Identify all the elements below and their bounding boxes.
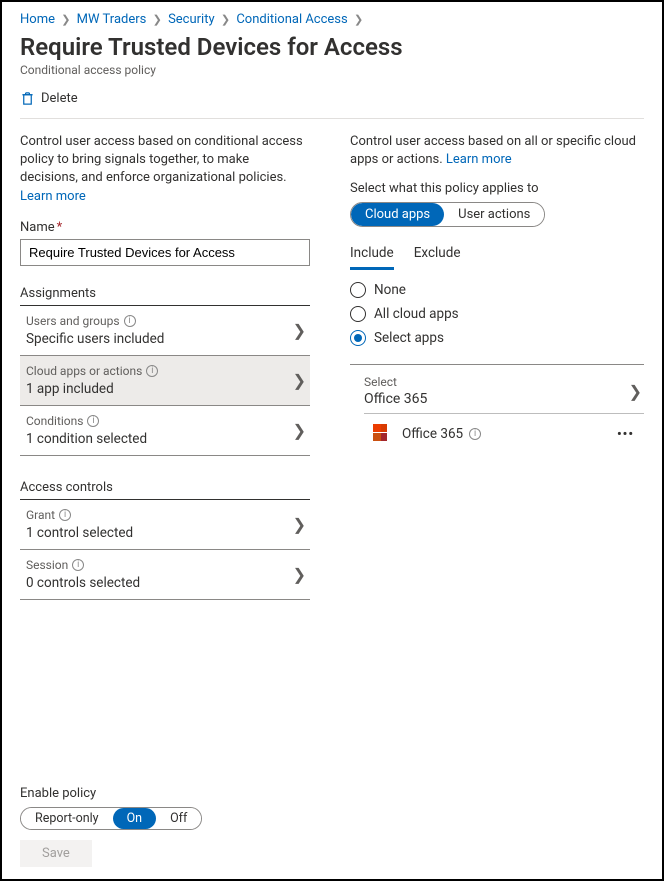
row-value: 1 control selected	[26, 525, 133, 541]
radio-select-apps[interactable]: Select apps	[350, 330, 644, 346]
applies-to-toggle: Cloud apps User actions	[350, 202, 545, 227]
app-name-label: Office 365	[402, 426, 463, 442]
chevron-right-icon: ❯	[61, 13, 70, 26]
trash-icon	[20, 91, 35, 106]
radio-icon	[350, 330, 366, 346]
toggle-off[interactable]: Off	[156, 808, 201, 829]
chevron-right-icon: ❯	[293, 515, 308, 534]
row-label: Session	[26, 558, 68, 572]
save-button[interactable]: Save	[20, 840, 92, 867]
learn-more-link[interactable]: Learn more	[20, 189, 86, 204]
tab-exclude[interactable]: Exclude	[414, 245, 461, 270]
breadcrumb: Home ❯ MW Traders ❯ Security ❯ Condition…	[20, 12, 644, 27]
radio-label: All cloud apps	[374, 306, 459, 322]
info-icon[interactable]: i	[59, 509, 71, 521]
select-label: Select	[364, 375, 427, 389]
select-apps-row[interactable]: Select Office 365 ❯	[364, 369, 644, 414]
page-subtitle: Conditional access policy	[20, 63, 644, 77]
right-intro-text: Control user access based on all or spec…	[350, 133, 644, 169]
applies-to-label: Select what this policy applies to	[350, 181, 644, 196]
info-icon[interactable]: i	[124, 315, 136, 327]
enable-policy-label: Enable policy	[20, 786, 644, 801]
breadcrumb-conditionalaccess[interactable]: Conditional Access	[236, 12, 347, 27]
enable-policy-toggle: Report-only On Off	[20, 807, 202, 830]
row-cloud-apps[interactable]: Cloud apps or actions i 1 app included ❯	[20, 356, 310, 406]
learn-more-link[interactable]: Learn more	[446, 152, 512, 167]
app-entry-office365: Office 365 i •••	[364, 414, 644, 454]
pill-cloud-apps[interactable]: Cloud apps	[351, 203, 444, 226]
row-session[interactable]: Session i 0 controls selected ❯	[20, 550, 310, 600]
chevron-right-icon: ❯	[293, 421, 308, 440]
row-conditions[interactable]: Conditions i 1 condition selected ❯	[20, 406, 310, 456]
include-exclude-tabs: Include Exclude	[350, 245, 644, 270]
more-icon[interactable]: •••	[617, 427, 640, 442]
page-title: Require Trusted Devices for Access	[20, 33, 644, 61]
assignments-heading: Assignments	[20, 286, 310, 301]
info-icon[interactable]: i	[469, 428, 481, 440]
radio-label: None	[374, 282, 406, 298]
row-label: Conditions	[26, 414, 83, 428]
breadcrumb-mwtraders[interactable]: MW Traders	[77, 12, 147, 27]
delete-label: Delete	[41, 91, 78, 106]
radio-all-cloud-apps[interactable]: All cloud apps	[350, 306, 644, 322]
row-label: Grant	[26, 508, 55, 522]
row-value: 1 condition selected	[26, 431, 147, 447]
required-star: *	[57, 220, 63, 235]
toggle-report-only[interactable]: Report-only	[21, 808, 113, 829]
intro-text: Control user access based on conditional…	[20, 133, 310, 206]
chevron-right-icon: ❯	[293, 321, 308, 340]
chevron-right-icon: ❯	[293, 371, 308, 390]
breadcrumb-security[interactable]: Security	[168, 12, 215, 27]
office-icon	[370, 424, 390, 444]
breadcrumb-home[interactable]: Home	[20, 12, 55, 27]
access-controls-heading: Access controls	[20, 480, 310, 495]
radio-none[interactable]: None	[350, 282, 644, 298]
radio-label: Select apps	[374, 330, 444, 346]
radio-icon	[350, 306, 366, 322]
row-users-and-groups[interactable]: Users and groups i Specific users includ…	[20, 306, 310, 356]
chevron-right-icon: ❯	[221, 13, 230, 26]
row-label: Cloud apps or actions	[26, 364, 142, 378]
info-icon[interactable]: i	[87, 415, 99, 427]
chevron-right-icon: ❯	[629, 382, 644, 401]
row-label: Users and groups	[26, 314, 120, 328]
name-label: Name*	[20, 220, 310, 235]
info-icon[interactable]: i	[72, 559, 84, 571]
row-value: 0 controls selected	[26, 575, 140, 591]
delete-button[interactable]: Delete	[20, 91, 78, 106]
toggle-on[interactable]: On	[113, 808, 157, 829]
row-value: Specific users included	[26, 331, 164, 347]
radio-icon	[350, 282, 366, 298]
info-icon[interactable]: i	[146, 365, 158, 377]
row-grant[interactable]: Grant i 1 control selected ❯	[20, 500, 310, 550]
chevron-right-icon: ❯	[354, 13, 363, 26]
chevron-right-icon: ❯	[293, 565, 308, 584]
pill-user-actions[interactable]: User actions	[444, 203, 544, 226]
tab-include[interactable]: Include	[350, 245, 394, 270]
name-input[interactable]	[20, 239, 310, 266]
intro-text-body: Control user access based on conditional…	[20, 134, 303, 185]
select-value: Office 365	[364, 391, 427, 407]
chevron-right-icon: ❯	[153, 13, 162, 26]
divider	[20, 118, 644, 119]
row-value: 1 app included	[26, 381, 158, 397]
